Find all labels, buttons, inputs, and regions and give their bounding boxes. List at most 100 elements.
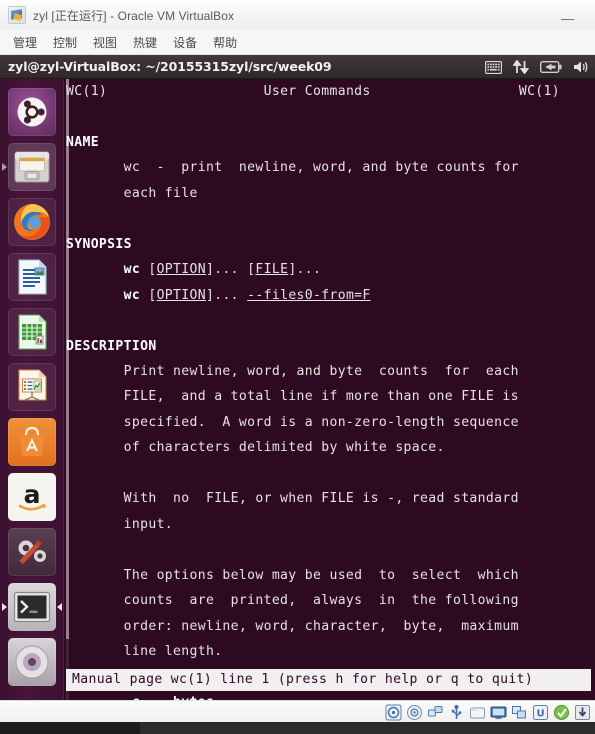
menu-item-devices[interactable]: 设备 (165, 31, 205, 54)
gear-wrench-icon (18, 540, 46, 564)
man-bold-text: SYNOPSIS (66, 236, 132, 252)
terminal-output: WC(1) User Commands WC(1) NAME wc - prin… (64, 79, 595, 700)
man-text: WC(1) (66, 84, 108, 99)
terminal-line: wc [OPTION]... --files0-from=F (66, 283, 595, 308)
launcher-item-firefox[interactable] (7, 198, 56, 246)
keyboard-hook-icon[interactable] (574, 704, 591, 721)
ubuntu-logo-icon (17, 97, 46, 127)
display-icon[interactable] (490, 704, 507, 721)
terminal-line: wc [OPTION]... [FILE]... (66, 257, 595, 282)
calc-spreadsheet-icon (17, 314, 47, 350)
man-text: ]... (205, 287, 248, 303)
launcher-tile (7, 308, 56, 356)
running-indicator-left (1, 163, 7, 171)
minimize-icon (560, 19, 574, 20)
launcher-item-libreoffice-writer[interactable] (7, 253, 56, 301)
launcher-item-amazon[interactable]: a (7, 473, 56, 521)
man-text: counts are printed, always in the follow… (66, 593, 519, 609)
man-text (66, 288, 124, 303)
volume-icon[interactable] (573, 60, 589, 74)
launcher-item-libreoffice-calc[interactable] (7, 308, 56, 356)
terminal-line: order: newline, word, character, byte, m… (66, 614, 595, 639)
file-manager-icon (14, 151, 49, 183)
man-text: wc - print newline, word, and byte count… (66, 160, 519, 176)
amazon-icon: a (18, 480, 47, 511)
terminal-line: Print newline, word, and byte counts for… (66, 359, 595, 384)
launcher-tile (7, 198, 56, 246)
hard-disk-icon[interactable] (385, 704, 402, 721)
launcher-tile (7, 418, 56, 466)
virtualbox-icon (8, 6, 26, 24)
man-text: order: newline, word, character, byte, m… (66, 618, 519, 634)
menu-item-help[interactable]: 帮助 (205, 31, 245, 54)
writer-document-icon (17, 259, 47, 295)
mouse-integration-icon[interactable]: U (532, 704, 549, 721)
man-bold-text: DESCRIPTION (66, 338, 157, 354)
svg-text:a: a (23, 480, 40, 509)
terminal-line: -c, --bytes (66, 690, 595, 700)
panel-indicator-area (485, 55, 589, 79)
launcher-item-system-settings[interactable] (7, 528, 56, 576)
keyboard-input-icon[interactable] (485, 60, 502, 74)
man-text: specified. A word is a non-zero-length s… (66, 414, 519, 430)
network-icon[interactable] (427, 704, 444, 721)
terminal-line: The options below may be used to select … (66, 563, 595, 588)
shared-folder-icon[interactable] (469, 704, 486, 721)
terminal-line: DESCRIPTION (66, 334, 595, 359)
menu-item-view[interactable]: 视图 (85, 31, 125, 54)
unity-launcher: a (0, 79, 64, 700)
terminal-window-title: zyl@zyl-VirtualBox: ~/20155315zyl/src/we… (8, 59, 332, 74)
man-text (66, 262, 124, 277)
running-indicator-left (1, 603, 7, 611)
terminal-line: each file (66, 181, 595, 206)
impress-presentation-icon (17, 369, 47, 401)
launcher-item-terminal[interactable] (1, 583, 62, 631)
man-bold-text: wc (123, 262, 141, 278)
host-key-icon[interactable] (553, 704, 570, 721)
man-text: [ (140, 287, 157, 303)
launcher-item-ubuntu-software[interactable] (7, 418, 56, 466)
man-text: ]... (288, 262, 322, 278)
virtualbox-titlebar: zyl [正在运行] - Oracle VM VirtualBox (0, 0, 595, 31)
man-text: [ (140, 262, 157, 278)
man-text: The options below may be used to select … (66, 567, 519, 583)
man-text: ]... [ (205, 262, 256, 278)
virtualbox-window: zyl [正在运行] - Oracle VM VirtualBox 管理 控制 … (0, 0, 595, 734)
man-status-line: Manual page wc(1) line 1 (press h for he… (66, 669, 591, 691)
man-underline-text: OPTION (156, 262, 206, 278)
launcher-item-libreoffice-impress[interactable] (7, 363, 56, 411)
network-transfer-icon[interactable] (513, 60, 529, 74)
man-bold-text: wc (123, 287, 141, 303)
optical-disk-icon[interactable] (406, 704, 423, 721)
menu-item-hotkey[interactable]: 热键 (125, 31, 165, 54)
man-text: FILE, and a total line if more than one … (66, 389, 519, 405)
menu-item-manage[interactable]: 管理 (5, 31, 45, 54)
launcher-tile (7, 88, 56, 136)
terminal-line: line length. (66, 639, 595, 664)
disc-icon (15, 645, 48, 679)
launcher-item-dash-home[interactable] (7, 88, 56, 136)
video-capture-icon[interactable] (511, 704, 528, 721)
usb-icon[interactable] (448, 704, 465, 721)
launcher-item-workspace-switcher[interactable] (7, 638, 56, 686)
launcher-tile (7, 638, 56, 686)
svg-text:U: U (536, 708, 544, 719)
man-text: Print newline, word, and byte counts for… (66, 363, 519, 379)
terminal-line: SYNOPSIS (66, 232, 595, 257)
minimize-button[interactable] (553, 2, 581, 28)
terminal-line: specified. A word is a non-zero-length s… (66, 410, 595, 435)
terminal-line: input. (66, 512, 595, 537)
man-text: input. (66, 516, 174, 532)
guest-screen: zyl@zyl-VirtualBox: ~/20155315zyl/src/we… (0, 55, 595, 700)
virtualbox-statusbar: U (0, 700, 595, 723)
battery-icon[interactable] (540, 61, 562, 73)
terminal-window[interactable]: WC(1) User Commands WC(1) NAME wc - prin… (64, 79, 595, 700)
launcher-item-files[interactable] (1, 143, 56, 191)
man-text: User Commands (263, 84, 371, 99)
menu-item-control[interactable]: 控制 (45, 31, 85, 54)
man-text: WC(1) (518, 84, 561, 99)
